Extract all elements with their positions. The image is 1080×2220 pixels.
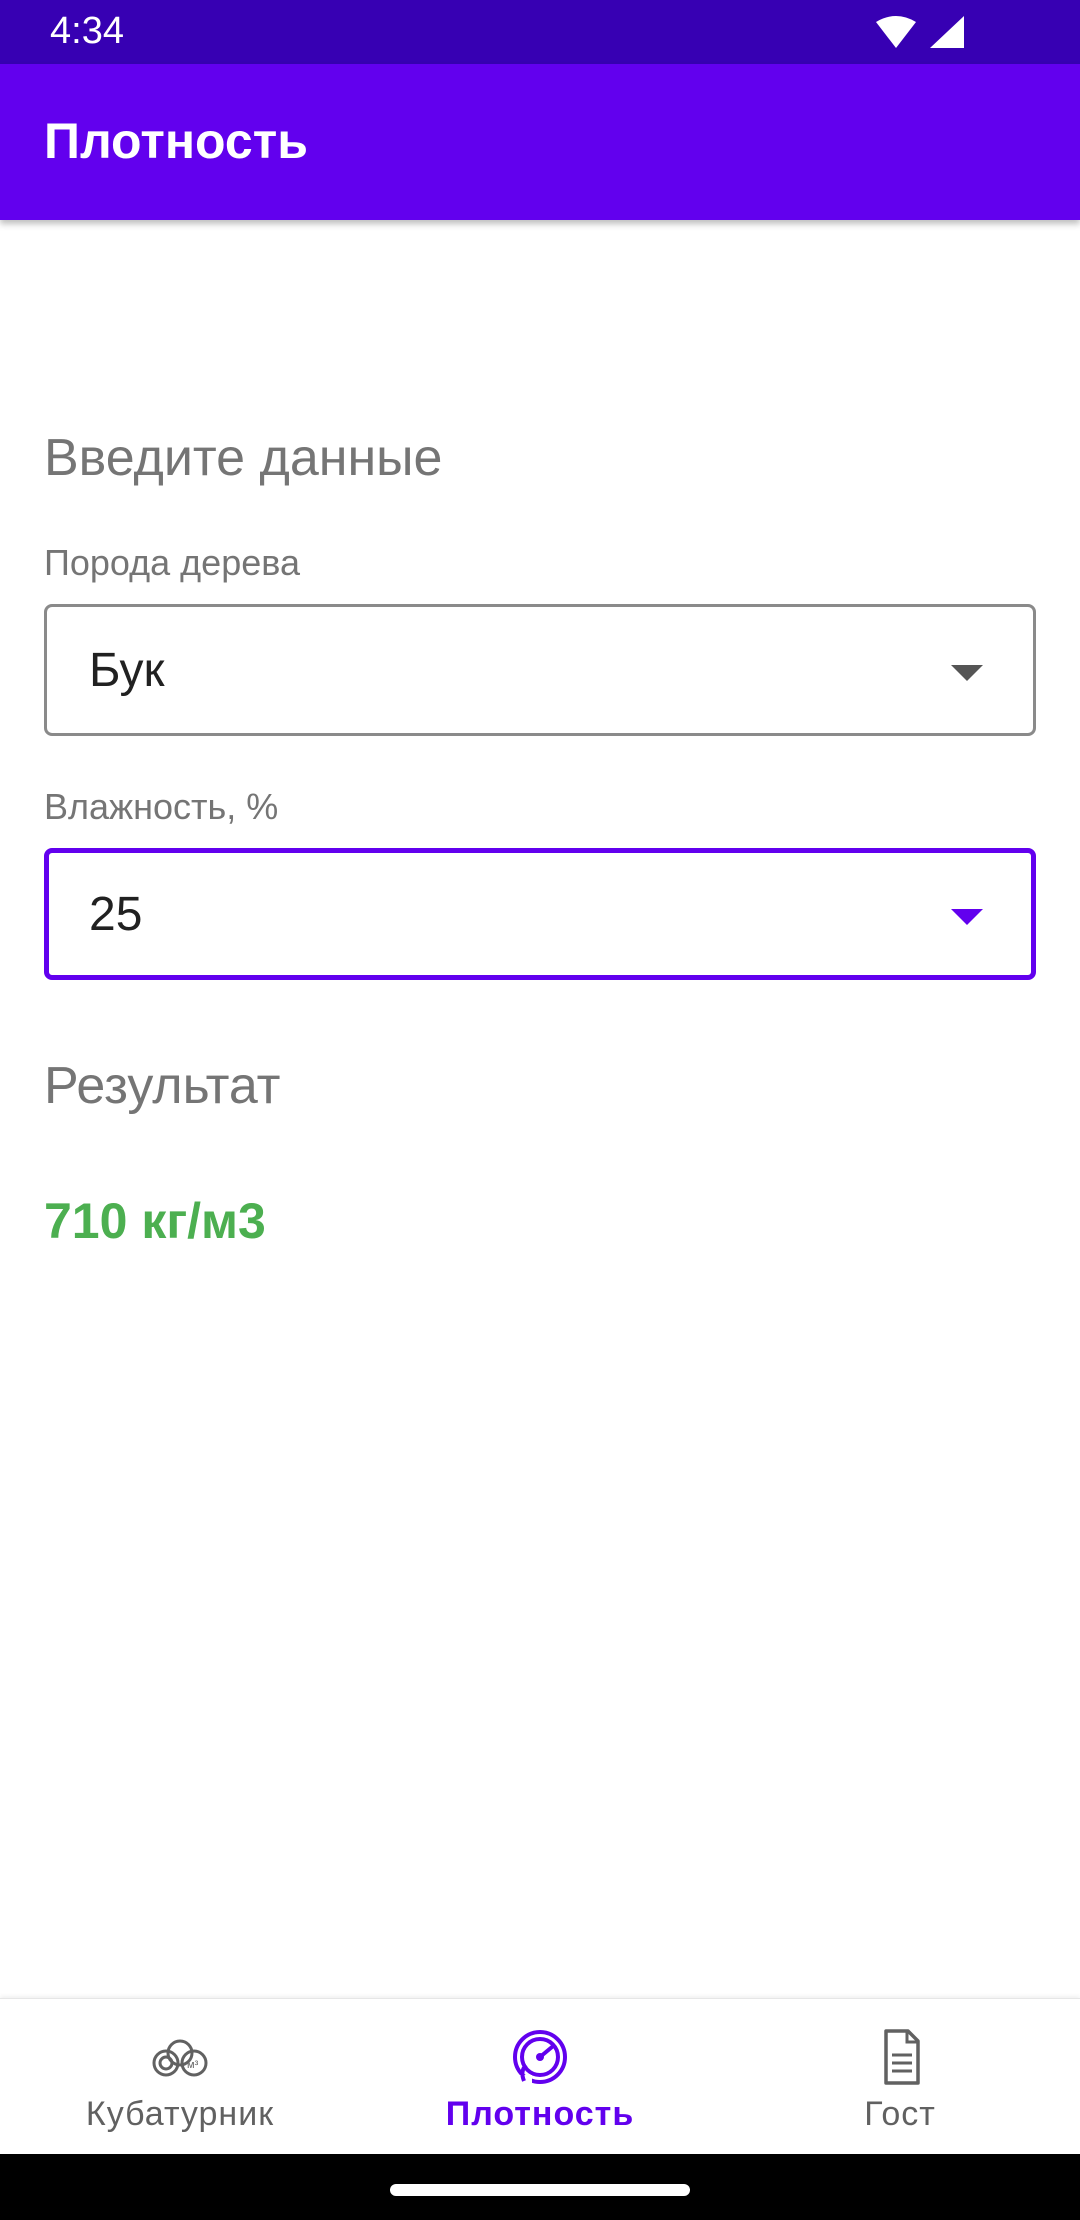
system-navigation-bar bbox=[0, 2154, 1080, 2220]
humidity-label: Влажность, % bbox=[44, 786, 279, 827]
svg-text:м³: м³ bbox=[187, 2059, 199, 2071]
result-value: 710 кг/м3 bbox=[44, 1193, 266, 1249]
bottom-navigation: м³ Кубатурник Плотность Гост bbox=[0, 1998, 1080, 2154]
result-section-heading: Результат bbox=[44, 1057, 281, 1115]
status-icons bbox=[876, 16, 964, 48]
nav-label-gost: Гост bbox=[864, 2095, 936, 2133]
signal-icon bbox=[930, 16, 964, 48]
screen: 4:34 Плотность Введите данные Порода дер… bbox=[0, 0, 1080, 2220]
nav-label-plotnost: Плотность bbox=[445, 2095, 635, 2133]
input-section-heading: Введите данные bbox=[44, 429, 443, 487]
nav-item-gost[interactable]: Гост bbox=[720, 1999, 1080, 2154]
humidity-dropdown[interactable]: 25 bbox=[44, 848, 1036, 980]
nav-item-plotnost[interactable]: Плотность bbox=[360, 1999, 720, 2154]
app-bar: Плотность bbox=[0, 64, 1080, 220]
home-gesture-handle[interactable] bbox=[390, 2184, 690, 2196]
document-icon bbox=[884, 2029, 920, 2085]
logs-m3-icon: м³ bbox=[152, 2039, 208, 2077]
gauge-icon bbox=[513, 2030, 567, 2085]
dropdown-arrow-icon bbox=[951, 665, 983, 681]
status-bar: 4:34 bbox=[0, 0, 1080, 64]
nav-label-kubaturnik: Кубатурник bbox=[85, 2095, 275, 2133]
species-value: Бук bbox=[89, 644, 165, 697]
species-dropdown[interactable]: Бук bbox=[44, 604, 1036, 736]
humidity-value: 25 bbox=[89, 888, 143, 941]
dropdown-arrow-icon bbox=[951, 909, 983, 925]
nav-item-kubaturnik[interactable]: м³ Кубатурник bbox=[0, 1999, 360, 2154]
species-label: Порода дерева bbox=[44, 542, 300, 583]
status-time: 4:34 bbox=[50, 10, 124, 52]
wifi-icon bbox=[876, 16, 916, 48]
page-title: Плотность bbox=[44, 113, 308, 169]
